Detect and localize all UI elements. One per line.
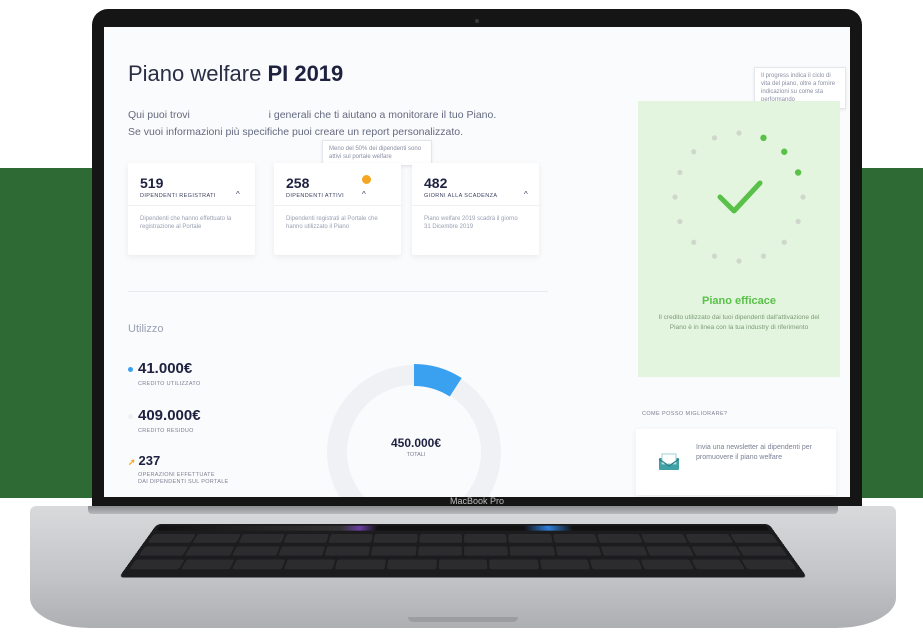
laptop-base	[30, 506, 896, 628]
legend-dot-remaining	[128, 413, 133, 419]
stat-label: DIPENDENTI ATTIVI	[286, 193, 345, 199]
remaining-credit-value: 409.000€	[138, 407, 201, 424]
page-title-plan: PI 2019	[267, 61, 344, 86]
stat-value: 258	[286, 175, 310, 191]
laptop-hinge	[88, 506, 838, 514]
card-divider	[128, 205, 255, 206]
laptop-screen: Piano welfare PI 2019 Qui puoi trovi i g…	[104, 27, 850, 497]
chevron-up-icon[interactable]: ^	[236, 190, 240, 199]
improvement-tip-card[interactable]: Invia una newsletter ai dipendenti per p…	[636, 429, 836, 495]
mail-icon	[658, 453, 680, 470]
remaining-credit-label: CREDITO RESIDUO	[138, 428, 194, 434]
progress-dot	[672, 194, 678, 200]
stat-value: 519	[140, 175, 164, 191]
operations-value: 237	[138, 453, 161, 468]
used-credit-label: CREDITO UTILIZZATO	[138, 381, 201, 387]
stat-label: GIORNI ALLA SCADENZA	[424, 193, 498, 199]
progress-dot	[800, 194, 806, 200]
card-divider	[412, 205, 539, 206]
progress-dot	[736, 130, 742, 136]
efficiency-description: Il credito utilizzato dai tuoi dipendent…	[658, 314, 820, 331]
arrow-icon: ➚	[128, 457, 136, 467]
card-divider	[274, 205, 401, 206]
warning-badge-icon[interactable]	[362, 175, 371, 184]
key-row	[123, 558, 803, 572]
donut-total: 450.000€ TOTALI	[361, 436, 471, 458]
progress-dot	[711, 135, 718, 141]
improvement-tip-text: Invia una newsletter ai dipendenti per p…	[696, 444, 812, 461]
progress-dot	[781, 239, 787, 245]
camera	[475, 19, 479, 23]
progress-dot	[736, 258, 742, 264]
progress-dot	[677, 169, 683, 176]
progress-dots-ring	[672, 130, 806, 264]
improve-heading: COME POSSO MIGLIORARE?	[642, 411, 728, 417]
operations-label-2: DAI DIPENDENTI SUL PORTALE	[138, 479, 229, 485]
laptop-lid: Piano welfare PI 2019 Qui puoi trovi i g…	[92, 9, 862, 509]
credit-donut-chart	[327, 364, 501, 497]
stat-card-registered[interactable]: 519 DIPENDENTI REGISTRATI ^ Dipendenti c…	[128, 163, 255, 255]
stat-card-active[interactable]: 258 DIPENDENTI ATTIVI ^ Dipendenti regis…	[274, 163, 401, 255]
page-title-prefix: Piano welfare	[128, 61, 262, 86]
stat-value: 482	[424, 175, 448, 191]
legend-dot-used	[128, 366, 133, 372]
used-credit-value: 41.000€	[138, 360, 193, 377]
progress-dot	[677, 218, 683, 225]
intro-line-2: Se vuoi informazioni più specifiche puoi…	[128, 126, 464, 138]
stat-card-days-left[interactable]: 482 GIORNI ALLA SCADENZA ^ Piano welfare…	[412, 163, 539, 255]
progress-dot	[760, 253, 767, 259]
remaining-credit: 409.000€ CREDITO RESIDUO	[128, 407, 201, 435]
device-label: MacBook Pro	[449, 496, 505, 506]
efficiency-panel: Piano efficace Il credito utilizzato dai…	[638, 101, 840, 377]
stat-label: DIPENDENTI REGISTRATI	[140, 193, 216, 199]
check-icon	[717, 180, 763, 214]
intro-line-1: Qui puoi trovi i generali che ti aiutano…	[128, 109, 497, 121]
keyboard	[118, 524, 808, 578]
lid-notch	[408, 617, 518, 622]
progress-dot-active	[794, 169, 802, 176]
key-row	[133, 545, 793, 558]
chevron-up-icon[interactable]: ^	[362, 190, 366, 199]
donut-total-label: TOTALI	[406, 452, 426, 458]
progress-dot	[711, 253, 718, 259]
progress-dot	[691, 239, 697, 245]
efficiency-title: Piano efficace	[702, 295, 776, 307]
progress-dot-active	[760, 134, 767, 142]
operations-label-1: OPERAZIONI EFFETTUATE	[138, 472, 215, 478]
key-row	[142, 532, 783, 544]
stat-description: Piano welfare 2019 scadrà il giorno 31 D…	[424, 216, 518, 230]
page-title: Piano welfare PI 2019	[128, 61, 343, 87]
chevron-up-icon[interactable]: ^	[524, 190, 528, 199]
donut-total-value: 450.000€	[390, 436, 442, 450]
progress-dot-active	[781, 148, 788, 155]
section-divider	[128, 291, 548, 292]
usage-section-title: Utilizzo	[128, 323, 164, 335]
touch-bar	[156, 525, 770, 531]
progress-dot	[795, 218, 801, 225]
dot-ring-group	[672, 130, 806, 264]
used-credit: 41.000€ CREDITO UTILIZZATO	[128, 360, 201, 388]
operations: ➚ 237 OPERAZIONI EFFETTUATE DAI DIPENDENT…	[128, 453, 229, 486]
stat-description: Dipendenti che hanno effettuato la regis…	[140, 216, 232, 230]
donut-used-arc	[413, 364, 462, 397]
intro-text: Qui puoi trovi i generali che ti aiutano…	[128, 107, 558, 141]
stat-description: Dipendenti registrati al Portale che han…	[286, 216, 378, 230]
progress-dot	[691, 149, 697, 155]
